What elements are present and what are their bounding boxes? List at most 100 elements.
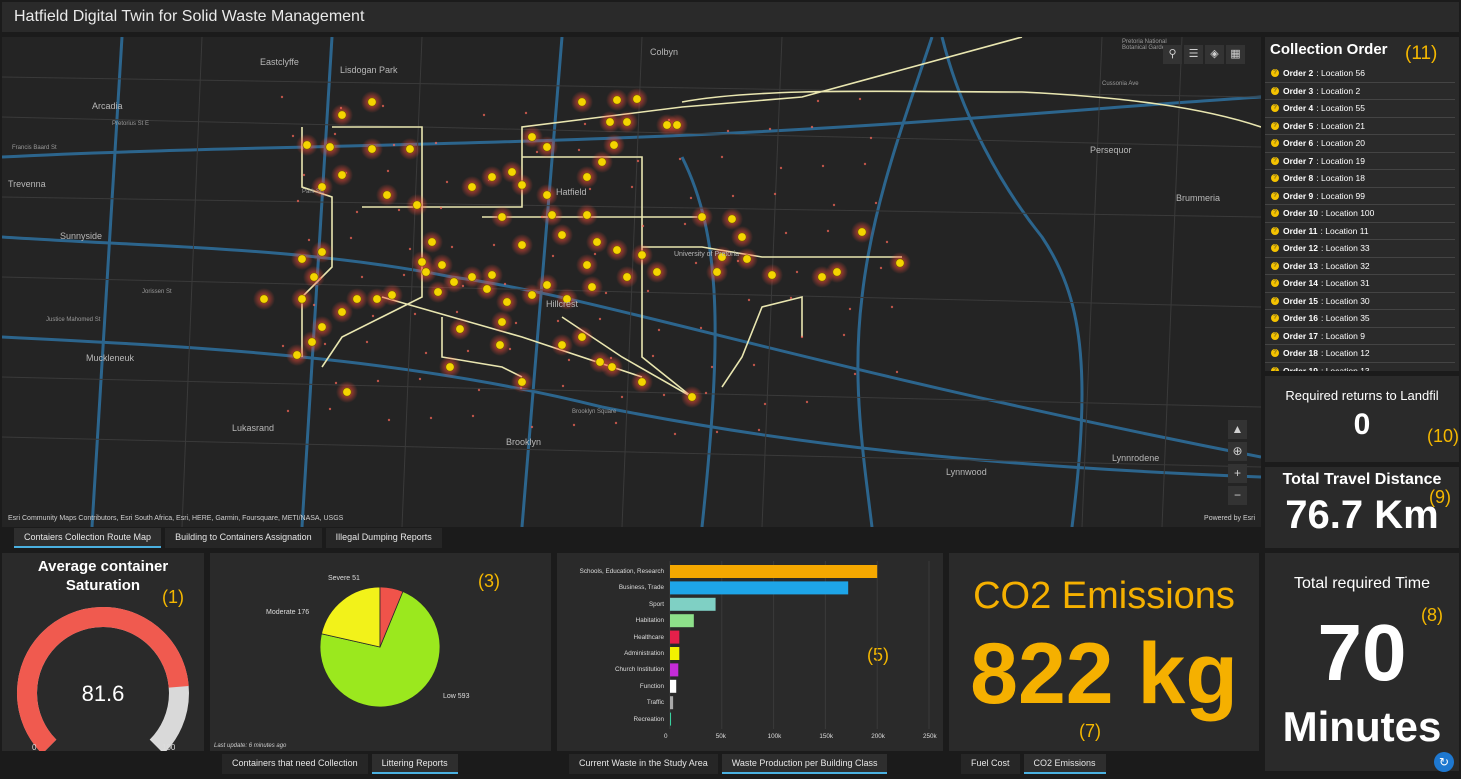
stop-marker[interactable]	[467, 272, 477, 282]
bar[interactable]	[670, 565, 878, 578]
collection-order-item[interactable]: ? Order 16: Location 35	[1265, 310, 1455, 328]
bar[interactable]	[670, 614, 694, 628]
collection-order-item[interactable]: ? Order 11: Location 11	[1265, 223, 1455, 240]
route-map[interactable]: Eastclyffe Colbyn Lisdogan Park Arcadia …	[2, 37, 1261, 527]
stop-marker[interactable]	[527, 290, 537, 300]
stop-marker[interactable]	[612, 95, 622, 105]
stop-marker[interactable]	[597, 157, 607, 167]
map-canvas[interactable]	[2, 37, 1261, 527]
stop-marker[interactable]	[417, 257, 427, 267]
stop-marker[interactable]	[449, 277, 459, 287]
stop-marker[interactable]	[592, 237, 602, 247]
stop-marker[interactable]	[342, 387, 352, 397]
basemap-icon[interactable]: ▦	[1226, 45, 1245, 64]
stop-marker[interactable]	[817, 272, 827, 282]
stop-marker[interactable]	[352, 294, 362, 304]
stop-marker[interactable]	[672, 120, 682, 130]
collection-order-item[interactable]: ? Order 2: Location 56	[1265, 65, 1455, 83]
stop-marker[interactable]	[337, 170, 347, 180]
stop-marker[interactable]	[502, 297, 512, 307]
stop-marker[interactable]	[437, 260, 447, 270]
collection-order-item[interactable]: ? Order 3: Location 2	[1265, 83, 1455, 100]
stop-marker[interactable]	[607, 362, 617, 372]
bar[interactable]	[670, 712, 672, 726]
tab-containers-collection[interactable]: Containers that need Collection	[222, 754, 368, 774]
tab-building-assignation[interactable]: Building to Containers Assignation	[165, 528, 322, 548]
stop-marker[interactable]	[582, 260, 592, 270]
stop-marker[interactable]	[895, 258, 905, 268]
stop-marker[interactable]	[767, 270, 777, 280]
bar[interactable]	[670, 647, 680, 660]
stop-marker[interactable]	[325, 142, 335, 152]
stop-marker[interactable]	[259, 294, 269, 304]
collection-order-item[interactable]: ? Order 19: Location 13	[1265, 363, 1455, 371]
list-icon[interactable]: ☰	[1184, 45, 1203, 64]
collection-order-item[interactable]: ? Order 13: Location 32	[1265, 258, 1455, 275]
stop-marker[interactable]	[737, 232, 747, 242]
stop-marker[interactable]	[857, 227, 867, 237]
stop-marker[interactable]	[405, 144, 415, 154]
stop-marker[interactable]	[487, 172, 497, 182]
stop-marker[interactable]	[547, 210, 557, 220]
tab-fuel-cost[interactable]: Fuel Cost	[961, 754, 1020, 774]
compass-icon[interactable]: ▲	[1228, 420, 1247, 439]
stop-marker[interactable]	[622, 117, 632, 127]
stop-marker[interactable]	[382, 190, 392, 200]
stop-marker[interactable]	[587, 282, 597, 292]
stop-marker[interactable]	[467, 182, 477, 192]
stop-marker[interactable]	[577, 97, 587, 107]
bar[interactable]	[670, 679, 677, 693]
zoom-in-icon[interactable]: +	[1228, 464, 1247, 483]
stop-marker[interactable]	[832, 267, 842, 277]
stop-marker[interactable]	[412, 200, 422, 210]
stop-marker[interactable]	[292, 350, 302, 360]
stop-marker[interactable]	[542, 190, 552, 200]
stop-marker[interactable]	[387, 290, 397, 300]
stop-marker[interactable]	[697, 212, 707, 222]
collection-order-item[interactable]: ? Order 17: Location 9	[1265, 328, 1455, 345]
collection-order-list[interactable]: ? Order 2: Location 56? Order 3: Location …	[1265, 65, 1455, 371]
stop-marker[interactable]	[582, 172, 592, 182]
collection-order-item[interactable]: ? Order 18: Location 12	[1265, 345, 1455, 363]
stop-marker[interactable]	[517, 180, 527, 190]
stop-marker[interactable]	[445, 362, 455, 372]
collection-order-item[interactable]: ? Order 9: Location 99	[1265, 188, 1455, 205]
stop-marker[interactable]	[687, 392, 697, 402]
stop-marker[interactable]	[337, 110, 347, 120]
stop-marker[interactable]	[622, 272, 632, 282]
stop-marker[interactable]	[609, 140, 619, 150]
stop-marker[interactable]	[517, 240, 527, 250]
tab-co2-emissions[interactable]: CO2 Emissions	[1023, 754, 1106, 774]
stop-marker[interactable]	[482, 284, 492, 294]
refresh-icon[interactable]: ↻	[1434, 752, 1454, 772]
collection-order-item[interactable]: ? Order 10: Location 100	[1265, 205, 1455, 223]
tab-current-waste[interactable]: Current Waste in the Study Area	[569, 754, 718, 774]
stop-marker[interactable]	[497, 317, 507, 327]
stop-marker[interactable]	[421, 267, 431, 277]
stop-marker[interactable]	[497, 212, 507, 222]
zoom-out-icon[interactable]: −	[1228, 486, 1247, 505]
pie-chart[interactable]	[210, 553, 551, 751]
stop-marker[interactable]	[632, 94, 642, 104]
stop-marker[interactable]	[542, 280, 552, 290]
collection-order-item[interactable]: ? Order 15: Location 30	[1265, 293, 1455, 310]
stop-marker[interactable]	[507, 167, 517, 177]
stop-marker[interactable]	[487, 270, 497, 280]
stop-marker[interactable]	[427, 237, 437, 247]
stop-marker[interactable]	[637, 377, 647, 387]
stop-marker[interactable]	[307, 337, 317, 347]
collection-order-item[interactable]: ? Order 14: Location 31	[1265, 275, 1455, 293]
stop-marker[interactable]	[317, 322, 327, 332]
stop-marker[interactable]	[527, 132, 537, 142]
tab-route-map[interactable]: Contaiers Collection Route Map	[14, 528, 162, 548]
stop-marker[interactable]	[742, 254, 752, 264]
stop-marker[interactable]	[652, 267, 662, 277]
stop-marker[interactable]	[577, 332, 587, 342]
collection-order-item[interactable]: ? Order 7: Location 19	[1265, 153, 1455, 170]
stop-marker[interactable]	[297, 254, 307, 264]
bar[interactable]	[670, 597, 716, 611]
stop-marker[interactable]	[712, 267, 722, 277]
collection-order-item[interactable]: ? Order 5: Location 21	[1265, 118, 1455, 135]
collection-order-item[interactable]: ? Order 6: Location 20	[1265, 135, 1455, 153]
stop-marker[interactable]	[317, 247, 327, 257]
